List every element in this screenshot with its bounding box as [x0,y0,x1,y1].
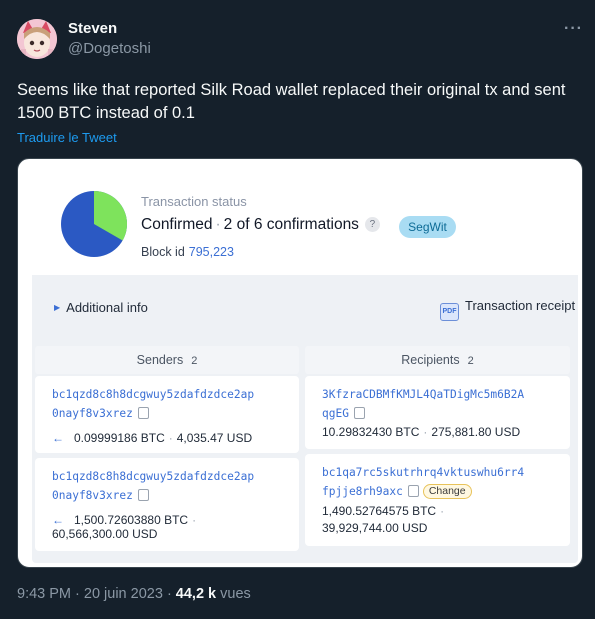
copy-icon[interactable] [353,407,365,419]
sender-amount: ← 0.09999186 BTC · 4,035.47 USD [52,431,252,445]
btc-amount: 1,490.52764575 BTC [322,504,437,518]
address-line: fpjje8rh9axc [322,485,403,498]
change-badge: Change [422,484,472,499]
dot-separator: · [75,586,84,602]
author-name[interactable]: Steven [68,20,117,37]
address-line: 0nayf8v3xrez [52,407,133,420]
additional-info-toggle[interactable]: ▶ Additional info [54,300,148,315]
confirmed-text: Confirmed [141,216,213,233]
sender-address[interactable]: bc1qzd8c8h8dcgwuy5zdafdzdce2ap 0nayf8v3xr… [52,385,292,423]
recipient-amount: 1,490.52764575 BTC · 39,929,744.00 USD [322,503,448,537]
receipt-label: Transaction receipt [465,298,576,313]
block-id-link[interactable]: 795,223 [189,245,234,259]
btc-amount: 1,500.72603880 BTC [74,513,189,527]
expand-triangle-icon: ▶ [54,303,61,312]
address-line: 0nayf8v3xrez [52,489,133,502]
status-label: Transaction status [141,194,247,209]
tweet-text: Seems like that reported Silk Road walle… [17,81,566,122]
avatar-image [17,19,57,59]
transaction-panel: Transaction status Confirmed · 2 of 6 conf… [32,163,578,563]
senders-header: Senders 2 [35,346,299,374]
address-line: qgEG [322,407,349,420]
confirmation-pie-icon [61,191,127,257]
segwit-badge: SegWit [399,216,456,238]
recipient-amount: 10.29832430 BTC · 275,881.80 USD [322,425,520,439]
views-label: vues [220,586,251,602]
tweet-date[interactable]: 20 juin 2023 [84,586,163,602]
block-id-row: Block id 795,223 [141,245,234,259]
btc-amount: 0.09999186 BTC [74,431,165,445]
recipient-address[interactable]: bc1qa7rc5skutrhrq4vktuswhu6rr4 fpjje8rh9a… [322,463,562,501]
copy-icon[interactable] [137,489,149,501]
pdf-icon: PDF [440,303,459,321]
btc-amount: 10.29832430 BTC [322,425,420,439]
sender-amount: ← 1,500.72603880 BTC · 60,566,300.00 USD [52,513,200,541]
senders-label: Senders [136,353,184,367]
arrow-left-icon: ← [52,431,64,445]
more-options-icon[interactable]: ··· [564,20,583,38]
dot-separator: · [192,513,197,527]
recipient-entry: 3KfzraCDBMfKMJL4QaTDigMc5m6B2A qgEG 10.29… [305,376,570,449]
usd-amount: 60,566,300.00 USD [52,527,158,541]
additional-info-label: Additional info [66,300,148,315]
dot-separator: · [166,586,176,602]
sender-entry: bc1qzd8c8h8dcgwuy5zdafdzdce2ap 0nayf8v3xr… [35,376,299,453]
views-count: 44,2 k [175,586,217,602]
recipients-count: 2 [467,355,474,367]
block-id-label: Block id [141,245,185,259]
tweet-meta: 9:43 PM · 20 juin 2023 · 44,2 k vues [17,586,251,602]
sender-entry: bc1qzd8c8h8dcgwuy5zdafdzdce2ap 0nayf8v3xr… [35,458,299,551]
address-line: bc1qa7rc5skutrhrq4vktuswhu6rr4 [322,466,525,479]
recipients-header: Recipients 2 [305,346,570,374]
status-section: Transaction status Confirmed · 2 of 6 conf… [32,163,578,275]
confirmation-status: Confirmed · 2 of 6 confirmations? [141,216,380,234]
address-line: 3KfzraCDBMfKMJL4QaTDigMc5m6B2A [322,388,525,401]
usd-amount: 4,035.47 USD [176,431,253,445]
dot-separator: · [423,425,428,439]
transaction-screenshot[interactable]: Transaction status Confirmed · 2 of 6 conf… [17,158,583,568]
recipient-entry: bc1qa7rc5skutrhrq4vktuswhu6rr4 fpjje8rh9a… [305,454,570,546]
dot-separator: · [215,216,221,233]
tweet-time[interactable]: 9:43 PM [17,586,71,602]
dot-separator: · [440,504,445,518]
address-line: bc1qzd8c8h8dcgwuy5zdafdzdce2ap [52,388,255,401]
sender-address[interactable]: bc1qzd8c8h8dcgwuy5zdafdzdce2ap 0nayf8v3xr… [52,467,292,505]
help-icon[interactable]: ? [364,217,380,232]
copy-icon[interactable] [407,485,419,497]
translate-link[interactable]: Traduire le Tweet [17,130,117,145]
transaction-receipt-button[interactable]: PDF Transaction receipt [440,298,575,321]
arrow-left-icon: ← [52,513,64,527]
author-handle[interactable]: @Dogetoshi [68,40,151,57]
confirmations-text: 2 of 6 confirmations [223,216,359,233]
usd-amount: 275,881.80 USD [431,425,521,439]
avatar[interactable] [17,19,57,59]
senders-count: 2 [191,355,198,367]
recipient-address[interactable]: 3KfzraCDBMfKMJL4QaTDigMc5m6B2A qgEG [322,385,562,423]
dot-separator: · [168,431,173,445]
copy-icon[interactable] [137,407,149,419]
recipients-label: Recipients [401,353,460,367]
address-line: bc1qzd8c8h8dcgwuy5zdafdzdce2ap [52,470,255,483]
usd-amount: 39,929,744.00 USD [322,521,428,535]
